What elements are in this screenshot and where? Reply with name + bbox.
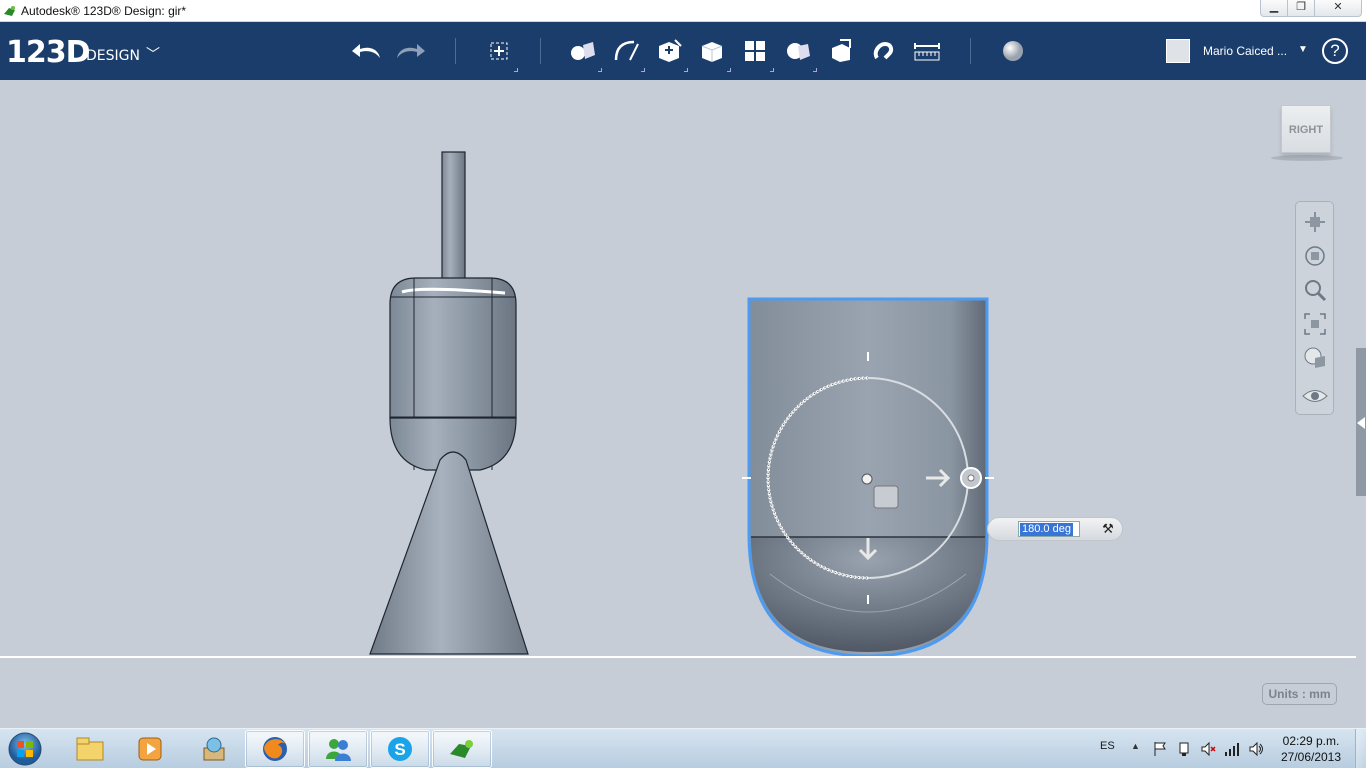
main-toolbar: 123D DESIGN ﹀ Mario Caiced ... ▼ ? (0, 22, 1366, 80)
taskbar: S ES ▲ 02:29 p.m. 27/06/2013 (0, 728, 1366, 768)
user-name[interactable]: Mario Caiced ... (1203, 44, 1287, 58)
viewcube[interactable]: RIGHT (1281, 105, 1331, 153)
taskbar-123d-design-icon[interactable] (432, 730, 492, 768)
tray-clock-time[interactable]: 02:29 p.m. (1275, 734, 1347, 748)
maximize-button[interactable]: ❐ (1287, 0, 1315, 17)
zoom-icon[interactable] (1301, 276, 1329, 304)
window-title: Autodesk® 123D® Design: gir* (21, 4, 187, 18)
viewcube-shadow (1271, 155, 1343, 161)
navigation-bar (1295, 201, 1334, 415)
3d-viewport[interactable]: RIGHT 180.0 deg ⚒ Units : mm (0, 80, 1366, 728)
pattern-icon[interactable] (738, 36, 774, 72)
action-center-flag-icon[interactable] (1152, 741, 1168, 757)
tray-clock-date[interactable]: 27/06/2013 (1275, 750, 1347, 764)
material-icon[interactable] (996, 36, 1030, 66)
scene-canvas (369, 151, 994, 658)
snap-angle-icon[interactable]: ⚒ (1100, 521, 1116, 537)
app-icon (4, 6, 15, 16)
snap-icon[interactable] (867, 36, 901, 66)
ground-line (0, 656, 1356, 658)
primitives-icon[interactable] (566, 36, 602, 72)
title-bar: Autodesk® 123D® Design: gir* ▁ ❐ ✕ (0, 0, 1366, 22)
measure-icon[interactable] (910, 36, 944, 66)
toolbar-separator (455, 38, 456, 64)
redo-icon[interactable] (393, 36, 427, 66)
toolbar-separator (540, 38, 541, 64)
combine-icon[interactable] (824, 36, 858, 66)
taskbar-explorer-icon[interactable] (60, 730, 120, 768)
app-logo-sub[interactable]: DESIGN (86, 48, 140, 64)
transform-icon[interactable] (482, 36, 518, 72)
construct-icon[interactable] (652, 36, 688, 72)
tray-language[interactable]: ES (1100, 740, 1115, 752)
modify-icon[interactable] (695, 36, 731, 72)
volume-muted-icon[interactable] (1200, 741, 1216, 757)
tray-expand-icon[interactable]: ▲ (1131, 741, 1140, 751)
units-button[interactable]: Units : mm (1262, 683, 1337, 705)
angle-value[interactable]: 180.0 deg (1020, 523, 1073, 536)
group-icon[interactable] (781, 36, 817, 72)
network-signal-icon[interactable] (1224, 741, 1240, 757)
angle-input-box: 180.0 deg ⚒ (987, 517, 1123, 541)
toolbar-separator (970, 38, 971, 64)
show-desktop-button[interactable] (1355, 729, 1366, 768)
close-button[interactable]: ✕ (1314, 0, 1362, 17)
taskbar-installer-icon[interactable] (184, 730, 244, 768)
left-model[interactable] (369, 151, 529, 655)
speaker-icon[interactable] (1248, 741, 1264, 757)
svg-text:S: S (394, 740, 405, 759)
fit-icon[interactable] (1301, 310, 1329, 338)
taskbar-messenger-icon[interactable] (308, 730, 368, 768)
app-logo[interactable]: 123D (6, 35, 91, 70)
sketch-icon[interactable] (609, 36, 645, 72)
view-style-icon[interactable] (1301, 344, 1329, 372)
pan-icon[interactable] (1301, 208, 1329, 236)
user-menu-caret-icon[interactable]: ▼ (1298, 44, 1308, 55)
side-panel-arrow-icon[interactable] (1357, 417, 1365, 429)
start-button[interactable] (4, 730, 46, 768)
user-avatar[interactable] (1166, 39, 1190, 63)
taskbar-firefox-icon[interactable] (245, 730, 305, 768)
app-menu-caret-icon[interactable]: ﹀ (146, 44, 160, 64)
taskbar-skype-icon[interactable]: S (370, 730, 430, 768)
taskbar-media-player-icon[interactable] (120, 730, 180, 768)
usb-device-icon[interactable] (1176, 741, 1192, 757)
undo-icon[interactable] (350, 36, 384, 66)
help-button[interactable]: ? (1322, 38, 1348, 64)
minimize-button[interactable]: ▁ (1260, 0, 1288, 17)
orbit-icon[interactable] (1301, 242, 1329, 270)
visibility-icon[interactable] (1301, 382, 1329, 410)
